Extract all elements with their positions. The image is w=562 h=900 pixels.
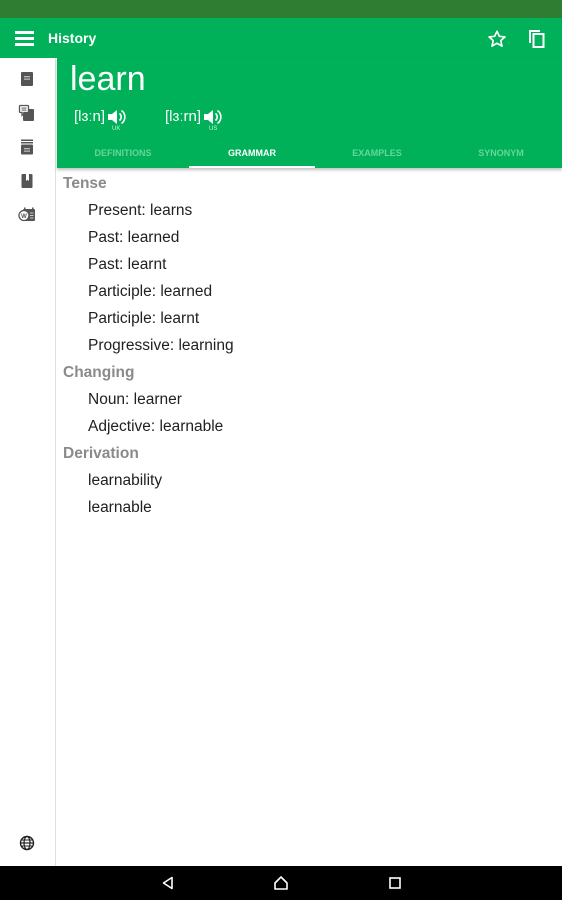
tab-definitions[interactable]: DEFINITIONS	[60, 140, 186, 168]
globe-icon[interactable]	[19, 835, 35, 851]
pronunciation-uk: [lɜːn] UK	[74, 108, 126, 132]
tab-bar: DEFINITIONS GRAMMAR EXAMPLES SYNONYM	[57, 140, 562, 168]
status-bar	[0, 0, 562, 18]
tab-grammar[interactable]: GRAMMAR	[189, 140, 315, 168]
list-item: learnability	[88, 472, 163, 489]
back-icon[interactable]	[160, 875, 176, 891]
list-item: Past: learnt	[88, 256, 167, 273]
tab-synonym[interactable]: SYNONYM	[438, 140, 562, 168]
word-header: learn [lɜːn] UK [lɜːrn] US DEFINITIONS G…	[57, 58, 562, 168]
star-icon[interactable]	[486, 28, 508, 50]
dictionary-icon[interactable]	[18, 70, 36, 88]
svg-text:W: W	[21, 214, 27, 220]
list-item: Adjective: learnable	[88, 418, 224, 435]
pronunciation-us: [lɜːrn] US	[165, 108, 222, 132]
bookmark-book-icon[interactable]	[18, 172, 36, 190]
list-item: learnable	[88, 499, 152, 516]
list-item: Noun: learner	[88, 391, 182, 408]
speaker-us-icon[interactable]	[202, 108, 222, 126]
list-item: Present: learns	[88, 202, 193, 219]
list-item: Participle: learned	[88, 283, 213, 300]
section-title-derivation: Derivation	[63, 445, 139, 462]
recents-icon[interactable]	[387, 875, 403, 891]
comments-book-icon[interactable]	[18, 104, 36, 122]
app-title: History	[48, 30, 97, 46]
list-item: Past: learned	[88, 229, 180, 246]
ipa-us: [lɜːrn]	[165, 108, 202, 125]
list-item: Participle: learnt	[88, 310, 200, 327]
archive-icon[interactable]	[18, 138, 36, 156]
system-nav-bar	[0, 866, 562, 900]
copy-icon[interactable]	[527, 28, 547, 50]
region-label-uk: UK	[112, 126, 121, 132]
ipa-uk: [lɜːn]	[74, 108, 106, 125]
section-title-tense: Tense	[63, 175, 107, 192]
speaker-uk-icon[interactable]	[106, 108, 126, 126]
menu-icon[interactable]	[15, 31, 34, 46]
grammar-content: Tense Present: learns Past: learned Past…	[57, 170, 562, 521]
home-icon[interactable]	[273, 875, 289, 891]
region-label-us: US	[209, 126, 218, 132]
word-of-the-day-icon[interactable]: W	[18, 206, 36, 224]
headword: learn	[70, 60, 146, 98]
list-item: Progressive: learning	[88, 337, 234, 354]
section-title-changing: Changing	[63, 364, 135, 381]
app-bar: History	[0, 18, 562, 58]
sidebar: W	[0, 58, 56, 866]
tab-examples[interactable]: EXAMPLES	[314, 140, 440, 168]
